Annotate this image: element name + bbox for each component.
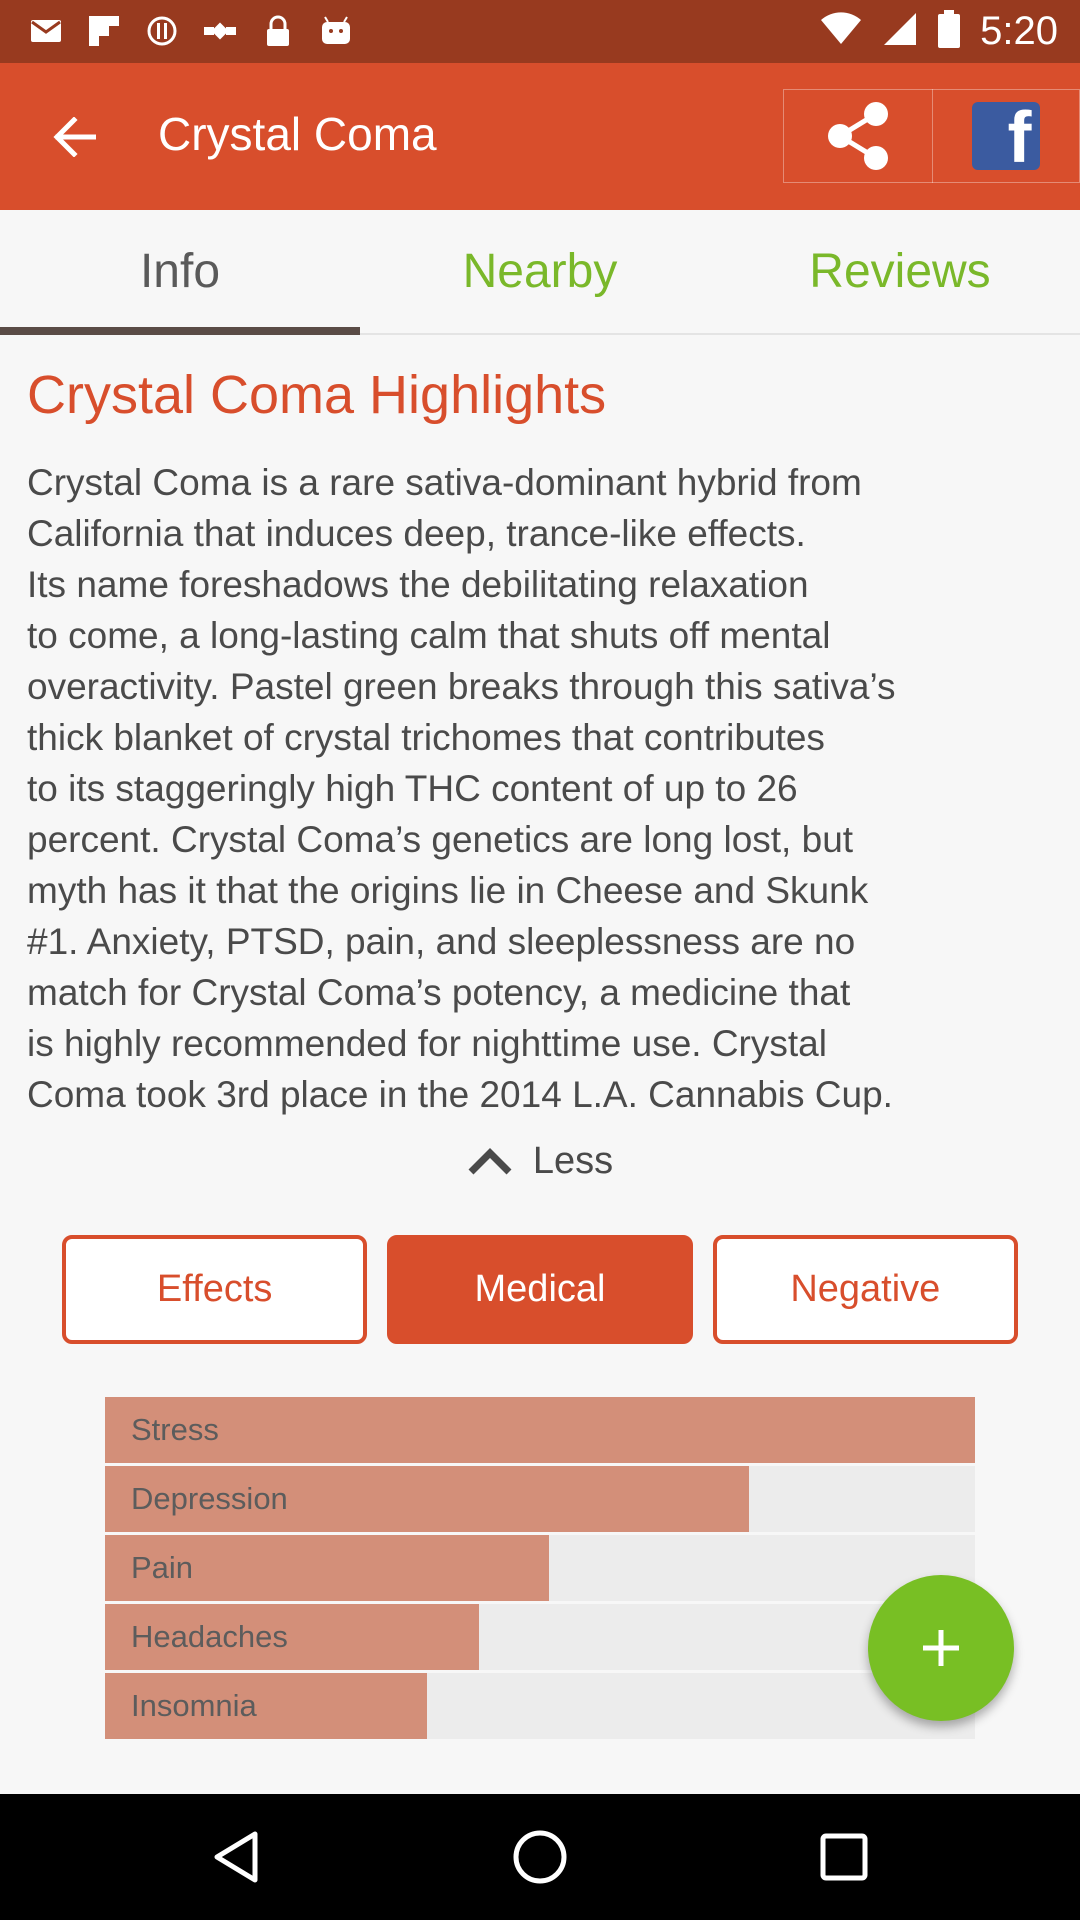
home-circle-icon	[513, 1830, 567, 1884]
back-button[interactable]	[40, 103, 108, 171]
notification-icons	[28, 10, 354, 52]
bar-row-pain: Pain	[105, 1535, 975, 1601]
segment-negative[interactable]: Negative	[712, 1235, 1018, 1344]
highlights-description: Crystal Coma is a rare sativa-dominant h…	[27, 457, 1057, 1120]
description-line: is highly recommended for nighttime use.…	[27, 1023, 827, 1064]
mail-icon	[28, 13, 64, 49]
description-line: to its staggeringly high THC content of …	[27, 768, 798, 809]
flipboard-icon	[86, 13, 122, 49]
share-icon	[828, 102, 888, 170]
description-line: overactivity. Pastel green breaks throug…	[27, 666, 896, 707]
status-bar: 5:20	[0, 0, 1080, 63]
nav-back-button[interactable]	[206, 1827, 266, 1887]
less-toggle[interactable]: Less	[0, 1135, 1080, 1187]
description-line: myth has it that the origins lie in Chee…	[27, 870, 869, 911]
segment-effects[interactable]: Effects	[62, 1235, 368, 1344]
tab-reviews[interactable]: Reviews	[720, 210, 1080, 333]
description-line: #1. Anxiety, PTSD, pain, and sleeplessne…	[27, 921, 856, 962]
nav-recents-button[interactable]	[814, 1827, 874, 1887]
bar-label: Depression	[131, 1481, 288, 1516]
facebook-icon: f	[971, 102, 1040, 174]
description-line: Crystal Coma is a rare sativa-dominant h…	[27, 462, 862, 503]
description-line: Its name foreshadows the debilitating re…	[27, 564, 809, 605]
description-line: to come, a long-lasting calm that shuts …	[27, 615, 831, 656]
android-icon	[318, 13, 354, 49]
page-title: Crystal Coma	[158, 108, 437, 160]
nav-home-button[interactable]	[510, 1827, 570, 1887]
app-bar: Crystal Coma f	[0, 63, 1080, 210]
bar-label: Stress	[131, 1412, 219, 1447]
signal-icon	[882, 11, 918, 51]
tab-info[interactable]: Info	[0, 210, 360, 335]
description-line: California that induces deep, trance-lik…	[27, 513, 806, 554]
tab-nearby[interactable]: Nearby	[360, 210, 720, 333]
navigation-bar	[0, 1794, 1080, 1920]
system-icons: 5:20	[820, 8, 1058, 54]
bar-label: Insomnia	[131, 1688, 257, 1723]
bar-row-headaches: Headaches	[105, 1604, 975, 1670]
segment-control: Effects Medical Negative	[62, 1235, 1018, 1344]
description-line: match for Crystal Coma’s potency, a medi…	[27, 972, 851, 1013]
alert-circle-icon	[144, 13, 180, 49]
bar-label: Headaches	[131, 1619, 288, 1654]
bar-fill	[105, 1397, 975, 1463]
bar-row-depression: Depression	[105, 1466, 975, 1532]
recents-square-icon	[820, 1833, 868, 1881]
description-line: Coma took 3rd place in the 2014 L.A. Can…	[27, 1074, 893, 1115]
arrow-back-icon	[53, 117, 96, 157]
fake-gps-icon	[202, 13, 238, 49]
add-fab-button[interactable]	[868, 1575, 1014, 1721]
lock-icon	[260, 13, 296, 49]
info-content: Crystal Coma Highlights Crystal Coma is …	[27, 355, 1057, 1120]
less-label: Less	[532, 1139, 614, 1182]
back-triangle-icon	[214, 1831, 258, 1883]
description-line: thick blanket of crystal trichomes that …	[27, 717, 825, 758]
medical-bars: Stress Depression Pain Headaches Insomni…	[105, 1397, 975, 1742]
plus-icon	[923, 1630, 959, 1666]
wifi-icon	[820, 12, 862, 50]
tab-bar: Info Nearby Reviews	[0, 210, 1080, 335]
bar-row-stress: Stress	[105, 1397, 975, 1463]
facebook-button[interactable]: f	[932, 89, 1080, 183]
battery-icon	[938, 10, 961, 52]
bar-row-insomnia: Insomnia	[105, 1673, 975, 1739]
description-line: percent. Crystal Coma’s genetics are lon…	[27, 819, 854, 860]
bar-label: Pain	[131, 1550, 194, 1585]
chevron-up-icon	[468, 1148, 512, 1175]
clock: 5:20	[980, 8, 1058, 53]
highlights-heading: Crystal Coma Highlights	[27, 365, 607, 425]
share-button[interactable]	[783, 89, 933, 183]
segment-medical[interactable]: Medical	[387, 1235, 693, 1344]
